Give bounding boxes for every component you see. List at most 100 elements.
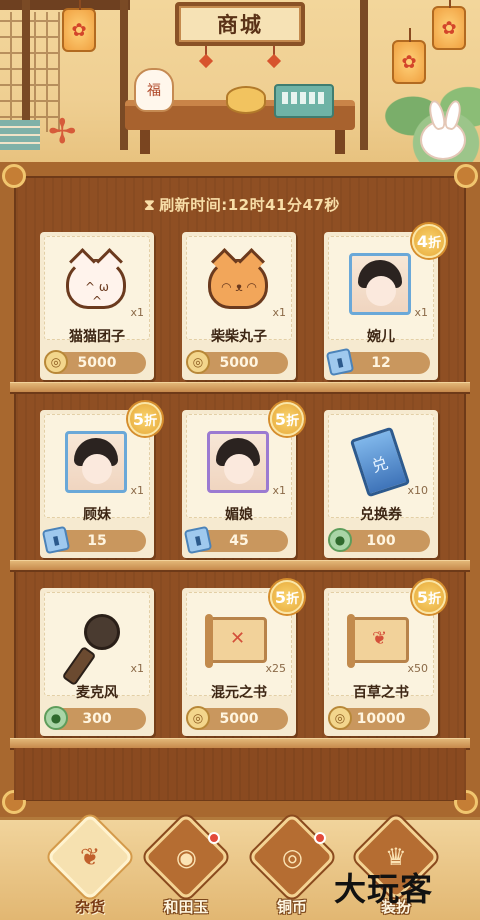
jade-icon: ● [44, 706, 68, 730]
buy-button[interactable]: ◎ 10000 [328, 706, 430, 730]
shop-item-card[interactable]: x1 顾妹 ▮ 15 5折 [40, 402, 162, 558]
cash-register-icon [274, 84, 334, 118]
buy-button[interactable]: ◎ 5000 [186, 350, 288, 374]
shop-item-card[interactable]: x1 婉儿 ▮ 12 4折 [324, 224, 446, 380]
item-quantity: x10 [407, 484, 428, 497]
shop-item-card[interactable]: ◠ ᴥ ◠ x1 柴柴丸子 ◎ 5000 [182, 232, 296, 380]
scroll-book-icon [346, 606, 414, 674]
discount-value: 5 [274, 587, 287, 607]
item-quantity: x1 [272, 306, 286, 319]
item-price: 15 [87, 533, 107, 549]
shop-scene-banner: ✿ ✿ ✿ 商城 福 ✢ [0, 0, 480, 180]
exchange-ticket-icon: ▮ [325, 347, 355, 377]
item-quantity: x1 [414, 306, 428, 319]
refresh-time: 12时41分47秒 [227, 196, 340, 214]
shop-item-card[interactable]: x10 兑换券 ● 100 [324, 410, 438, 558]
item-quantity: x50 [407, 662, 428, 675]
shop-item-card[interactable]: x50 百草之书 ◎ 10000 5折 [324, 580, 446, 736]
watermark-text: 大玩客 [334, 870, 434, 908]
discount-value: 4 [416, 231, 429, 251]
jade-icon: ◉ [175, 842, 197, 871]
shop-item-card[interactable]: ^ ω ^ x1 猫猫团子 ◎ 5000 [40, 232, 154, 380]
discount-badge: 5折 [412, 580, 446, 614]
character-portrait-icon [62, 428, 130, 496]
discount-suffix: 折 [144, 413, 158, 429]
copper-coin-icon: ◎ [44, 350, 68, 374]
character-portrait-icon [204, 428, 272, 496]
buy-button[interactable]: ▮ 45 [183, 525, 288, 555]
item-price: 100 [366, 533, 396, 549]
buy-button[interactable]: ▮ 12 [325, 347, 430, 377]
copper-coin-icon: ◎ [186, 350, 210, 374]
coin-stack-icon [226, 86, 266, 114]
item-quantity: x1 [130, 306, 144, 319]
shop-item-card[interactable]: x1 麦克风 ● 300 [40, 588, 154, 736]
shop-item-card[interactable]: x25 混元之书 ◎ 5000 5折 [182, 580, 304, 736]
buy-button[interactable]: ▮ 15 [41, 525, 146, 555]
exchange-ticket-icon: ▮ [183, 525, 213, 555]
exchange-ticket-icon [346, 426, 414, 498]
notification-dot [208, 832, 220, 844]
item-name: 媚娘 [225, 507, 253, 523]
microphone-icon [62, 606, 130, 674]
discount-badge: 5折 [270, 402, 304, 436]
tab-frame: ❦ [46, 813, 134, 901]
refresh-label: 刷新时间: [159, 196, 228, 214]
item-name: 麦克风 [76, 685, 118, 701]
discount-badge: 5折 [128, 402, 162, 436]
discount-badge: 4折 [412, 224, 446, 258]
item-price: 5000 [219, 711, 259, 727]
rabbit-mascot-icon [420, 120, 466, 160]
leaf-icon: ❦ [79, 842, 101, 871]
tab-label: 和田玉 [163, 898, 209, 916]
discount-suffix: 折 [428, 235, 442, 251]
buy-button[interactable]: ◎ 5000 [44, 350, 146, 374]
lantern-icon: ✿ [432, 0, 466, 50]
item-name: 混元之书 [211, 685, 267, 701]
exchange-ticket-icon: ▮ [41, 525, 71, 555]
tab-copper-coin[interactable]: ◎ 铜币 [242, 813, 342, 920]
item-price: 5000 [219, 355, 259, 371]
item-price: 5000 [77, 355, 117, 371]
shiba-dumpling-icon: ◠ ᴥ ◠ [204, 250, 272, 318]
buy-button[interactable]: ● 100 [328, 528, 430, 552]
shelf-cabinet [14, 748, 466, 800]
item-name: 顾妹 [83, 507, 111, 523]
item-price: 45 [229, 533, 249, 549]
item-name: 猫猫团子 [69, 329, 125, 345]
item-quantity: x1 [272, 484, 286, 497]
item-name: 兑换券 [360, 507, 402, 523]
tab-label: 铜币 [276, 898, 307, 916]
page-title: 商城 [175, 2, 305, 46]
item-name: 柴柴丸子 [211, 329, 267, 345]
lantern-icon: ✿ [392, 28, 426, 84]
buy-button[interactable]: ◎ 5000 [186, 706, 288, 730]
copper-coin-icon: ◎ [328, 706, 352, 730]
corner-ornament [2, 164, 26, 188]
discount-badge: 5折 [270, 580, 304, 614]
item-name: 百草之书 [353, 685, 409, 701]
shop-item-card[interactable]: x1 媚娘 ▮ 45 5折 [182, 402, 304, 558]
tab-label: 杂货 [74, 898, 105, 916]
pinwheel-icon: ✢ [48, 112, 77, 152]
corner-ornament [454, 164, 478, 188]
hourglass-icon: ⧗ [144, 196, 156, 214]
item-quantity: x1 [130, 662, 144, 675]
item-name: 婉儿 [367, 329, 395, 345]
tab-groceries[interactable]: ❦ 杂货 [40, 813, 140, 920]
discount-suffix: 折 [286, 413, 300, 429]
hanging-knot-icon [268, 46, 280, 68]
tab-hetian-jade[interactable]: ◉ 和田玉 [136, 813, 236, 920]
copper-coin-icon: ◎ [186, 706, 210, 730]
counter-leg [335, 130, 345, 154]
discount-value: 5 [274, 409, 287, 429]
notification-dot [314, 832, 326, 844]
item-price: 10000 [356, 711, 406, 727]
counter-leg [140, 130, 150, 154]
character-portrait-icon [346, 250, 414, 318]
buy-button[interactable]: ● 300 [44, 706, 146, 730]
item-price: 12 [371, 355, 391, 371]
discount-suffix: 折 [286, 591, 300, 607]
item-price: 300 [82, 711, 112, 727]
shelf-plank [10, 382, 470, 394]
